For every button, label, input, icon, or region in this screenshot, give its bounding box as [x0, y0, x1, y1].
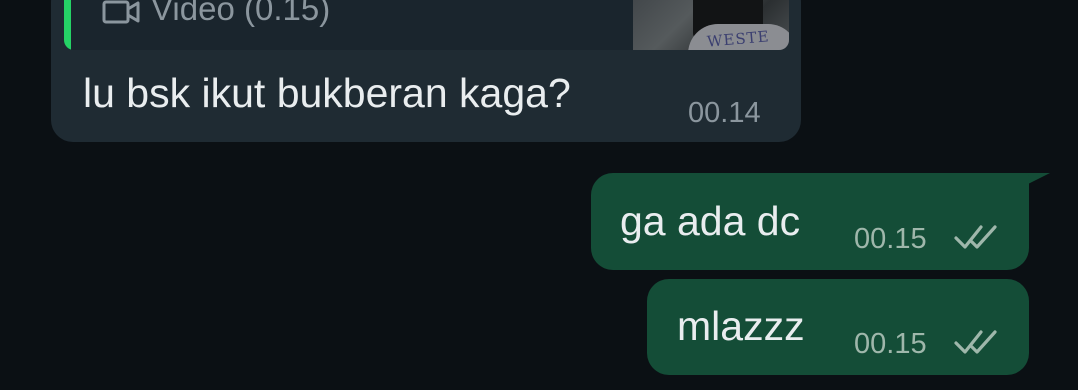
incoming-message-time: 00.14 [688, 97, 761, 129]
incoming-message-text: lu bsk ikut bukberan kaga? [83, 70, 571, 116]
chat-area: Video (0.15) WESTE lu bsk ikut bukberan … [0, 0, 1078, 390]
quoted-video-label: Video (0.15) [151, 0, 331, 27]
outgoing-message-time: 00.15 [854, 328, 927, 360]
outgoing-message-bubble[interactable]: ga ada dc 00.15 [591, 173, 1029, 270]
incoming-message-bubble[interactable]: Video (0.15) WESTE lu bsk ikut bukberan … [51, 0, 801, 142]
outgoing-message-text: ga ada dc [620, 198, 801, 244]
video-thumbnail[interactable]: WESTE [633, 0, 789, 50]
quoted-reply[interactable]: Video (0.15) WESTE [64, 0, 789, 50]
outgoing-message-bubble[interactable]: mlazzz 00.15 [647, 279, 1029, 375]
outgoing-message-time: 00.15 [854, 223, 927, 255]
video-camera-icon [102, 0, 140, 24]
double-check-icon [954, 225, 997, 249]
double-check-icon [954, 330, 997, 354]
quote-accent-bar [64, 0, 71, 50]
outgoing-message-text: mlazzz [677, 303, 805, 349]
